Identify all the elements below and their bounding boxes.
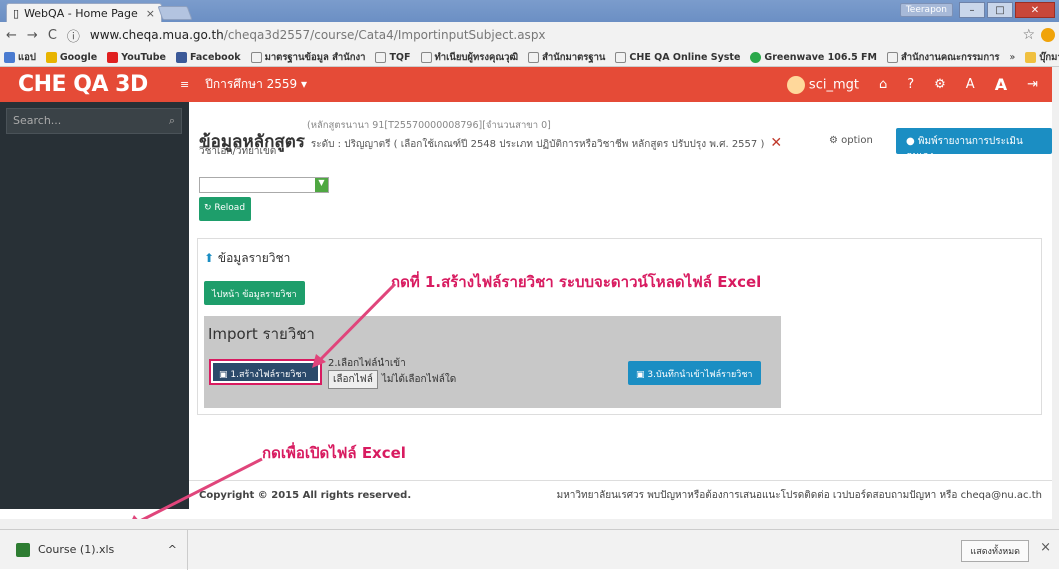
download-item[interactable]: Course (1).xls ^ bbox=[0, 529, 188, 570]
tab-title: WebQA - Home Page bbox=[24, 6, 138, 20]
window-controls: Teerapon – □ ✕ bbox=[899, 2, 1055, 18]
course-meta: (หลักสูตรนานา 91[T25570000008796][จำนวนส… bbox=[307, 120, 551, 131]
search-input[interactable]: Search... ⌕ bbox=[6, 108, 182, 134]
vertical-scrollbar[interactable] bbox=[1052, 67, 1059, 519]
forward-icon[interactable]: → bbox=[27, 28, 38, 43]
show-all-button[interactable]: แสดงทั้งหมด bbox=[961, 540, 1029, 562]
bookmark-item[interactable]: ทำเนียบผู้ทรงคุณวุฒิ bbox=[420, 50, 518, 65]
file-icon: ▣ bbox=[219, 370, 228, 380]
bookmark-item[interactable]: มาตรฐานข้อมูล สำนักงา bbox=[250, 50, 365, 65]
menu-icon[interactable]: ≡ bbox=[180, 78, 189, 91]
close-window-button[interactable]: ✕ bbox=[1015, 2, 1055, 18]
bookmark-google[interactable]: Google bbox=[45, 51, 97, 63]
page-icon bbox=[420, 51, 432, 63]
bookmark-item[interactable]: CHE QA Online Syste bbox=[615, 51, 740, 63]
close-icon[interactable]: ✕ bbox=[770, 135, 782, 151]
no-file-label: ไม่ได้เลือกไฟล์ใด bbox=[381, 374, 457, 385]
bookmarks-bar: แอป Google YouTube Facebook มาตรฐานข้อมู… bbox=[0, 48, 1059, 67]
import-box: Import รายวิชา ▣ 1.สร้างไฟล์รายวิชา 2.เล… bbox=[204, 316, 781, 408]
font-large-icon[interactable]: A bbox=[995, 75, 1007, 94]
new-tab-button[interactable] bbox=[157, 6, 193, 20]
google-icon bbox=[45, 51, 57, 63]
top-navbar: CHE QA 3D ≡ ปีการศึกษา 2559 ▾ sci_mgt ⌂ … bbox=[0, 67, 1052, 102]
footer-contact: มหาวิทยาลัยนเรศวร พบปัญหาหรือต้องการเสนอ… bbox=[556, 489, 1042, 501]
url-field[interactable]: www.cheqa.mua.go.th/cheqa3d2557/course/C… bbox=[90, 28, 546, 42]
page-icon bbox=[375, 51, 387, 63]
chevron-up-icon: ^ bbox=[167, 543, 177, 556]
bookmark-item[interactable]: สำนักงานคณะกรรมการ bbox=[886, 50, 1000, 65]
save-import-button[interactable]: ▣ 3.บันทึกนำเข้าไฟล์รายวิชา bbox=[628, 361, 761, 385]
font-small-icon[interactable]: A bbox=[966, 77, 975, 92]
print-report-button[interactable]: ● พิมพ์รายงานการประเมินตนเอง bbox=[896, 128, 1052, 162]
bookmark-item[interactable]: TQF bbox=[375, 51, 411, 63]
address-bar-row: ← → C ⓘ www.cheqa.mua.go.th/cheqa3d2557/… bbox=[0, 22, 1059, 48]
browser-tab[interactable]: ▯ WebQA - Home Page × bbox=[6, 3, 162, 22]
info-icon[interactable]: ⓘ bbox=[67, 26, 80, 45]
annotation-open-file: กดเพื่อเปิดไฟล์ Excel bbox=[262, 444, 406, 462]
copyright: Copyright © 2015 All rights reserved. bbox=[199, 489, 412, 501]
reload-button[interactable]: ↻ Reload bbox=[199, 197, 251, 221]
apps-icon bbox=[4, 51, 15, 63]
bookmark-apps[interactable]: แอป bbox=[4, 50, 36, 65]
sidebar: Search... ⌕ bbox=[0, 102, 189, 509]
bookmark-item[interactable]: Greenwave 106.5 FM bbox=[750, 51, 877, 63]
home-icon[interactable]: ⌂ bbox=[879, 77, 887, 92]
step2-label: 2.เลือกไฟล์นำเข้า bbox=[328, 358, 406, 369]
maximize-button[interactable]: □ bbox=[987, 2, 1013, 18]
page-icon: ▯ bbox=[13, 6, 20, 20]
reload-icon[interactable]: C bbox=[48, 28, 57, 43]
file-chooser[interactable]: เลือกไฟล์ ไม่ได้เลือกไฟล์ใด bbox=[328, 370, 456, 389]
logout-icon[interactable]: ⇥ bbox=[1027, 77, 1038, 92]
back-icon[interactable]: ← bbox=[6, 28, 17, 43]
settings-icon[interactable]: ⚙ bbox=[934, 77, 946, 92]
youtube-icon bbox=[107, 51, 119, 63]
major-select[interactable]: ▼ bbox=[199, 177, 329, 193]
minimize-button[interactable]: – bbox=[959, 2, 985, 18]
facebook-icon bbox=[175, 51, 187, 63]
tab-close-icon[interactable]: × bbox=[146, 7, 155, 20]
bookmark-item[interactable]: สำนักมาตรฐาน bbox=[528, 50, 605, 65]
excel-file-icon bbox=[16, 542, 30, 557]
avatar bbox=[786, 75, 805, 94]
page-header: ข้อมูลหลักสูตร (หลักสูตรนานา 91[T2557000… bbox=[199, 120, 782, 155]
extension-icon[interactable] bbox=[1041, 28, 1055, 42]
course-detail: ระดับ : ปริญญาตรี ( เลือกใช้เกณฑ์ปี 2548… bbox=[310, 139, 765, 150]
page-icon bbox=[615, 51, 627, 63]
page-icon bbox=[528, 51, 540, 63]
browser-titlebar: ▯ WebQA - Home Page × Teerapon – □ ✕ bbox=[0, 0, 1059, 22]
user-menu[interactable]: sci_mgt bbox=[786, 75, 859, 94]
help-icon[interactable]: ? bbox=[907, 77, 914, 92]
major-label: วิชาเอก/วิทยาเขต bbox=[199, 146, 277, 157]
option-link[interactable]: ⚙ option bbox=[829, 135, 873, 146]
bookmark-facebook[interactable]: Facebook bbox=[175, 51, 241, 63]
chevron-down-icon: ▼ bbox=[315, 178, 328, 192]
profile-badge[interactable]: Teerapon bbox=[899, 3, 953, 17]
search-icon[interactable]: ⌕ bbox=[169, 114, 175, 128]
folder-icon bbox=[1025, 51, 1037, 63]
bookmark-youtube[interactable]: YouTube bbox=[107, 51, 166, 63]
logo[interactable]: CHE QA 3D bbox=[0, 67, 180, 102]
panel-title: ⬆ ข้อมูลรายวิชา bbox=[204, 251, 291, 265]
year-dropdown[interactable]: ปีการศึกษา 2559 ▾ bbox=[205, 75, 307, 94]
page-icon bbox=[886, 51, 898, 63]
subject-panel: ⬆ ข้อมูลรายวิชา ไปหน้า ข้อมูลรายวิชา Imp… bbox=[197, 238, 1042, 415]
page-icon bbox=[250, 51, 262, 63]
other-bookmarks[interactable]: บุ๊กมาร์กอื่นๆ bbox=[1025, 50, 1059, 65]
star-icon[interactable]: ☆ bbox=[1022, 27, 1035, 43]
choose-file-button[interactable]: เลือกไฟล์ bbox=[328, 370, 378, 389]
radio-icon bbox=[750, 51, 762, 63]
bookmarks-overflow[interactable]: » bbox=[1010, 52, 1016, 63]
create-file-button[interactable]: ▣ 1.สร้างไฟล์รายวิชา bbox=[209, 359, 322, 385]
download-bar: Course (1).xls ^ แสดงทั้งหมด × bbox=[0, 529, 1059, 570]
close-icon[interactable]: × bbox=[1040, 540, 1051, 555]
import-title: Import รายวิชา bbox=[208, 325, 315, 343]
horizontal-scrollbar[interactable] bbox=[0, 519, 1059, 529]
upload-icon: ⬆ bbox=[204, 251, 215, 265]
goto-subject-button[interactable]: ไปหน้า ข้อมูลรายวิชา bbox=[204, 281, 305, 305]
annotation-create-file: กดที่ 1.สร้างไฟล์รายวิชา ระบบจะดาวน์โหลด… bbox=[391, 273, 762, 291]
footer: Copyright © 2015 All rights reserved. มห… bbox=[189, 480, 1052, 509]
